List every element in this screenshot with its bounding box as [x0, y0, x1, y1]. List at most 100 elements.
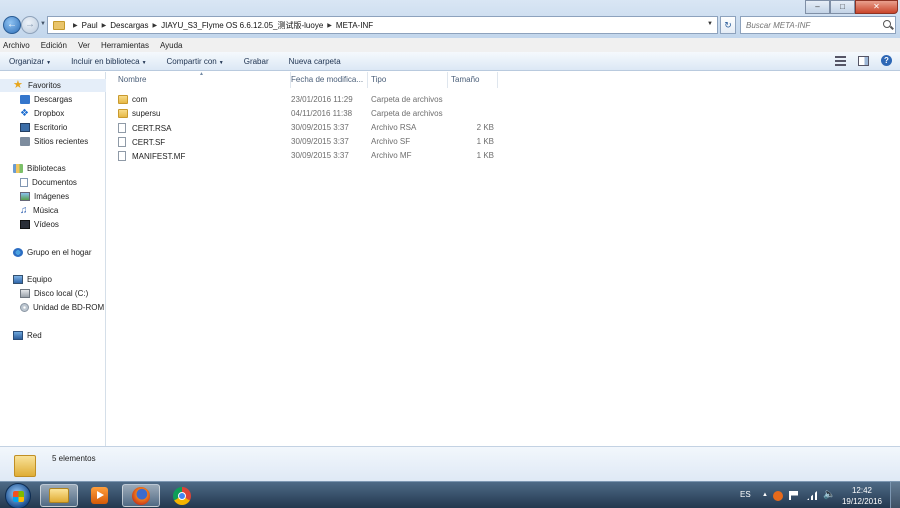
taskbar: ES ▲ 🔈 12:42 19/12/2016	[0, 481, 900, 508]
file-row[interactable]: supersu 04/11/2016 11:38 Carpeta de arch…	[107, 107, 900, 121]
start-button[interactable]	[5, 483, 31, 508]
forward-arrow-icon[interactable]: →	[21, 16, 39, 34]
nav-grupo-hogar[interactable]: Grupo en el hogar	[0, 246, 92, 259]
file-date: 23/01/2016 11:29	[291, 95, 353, 104]
nav-descargas[interactable]: Descargas	[0, 93, 72, 106]
nueva-carpeta-button[interactable]: Nueva carpeta	[289, 57, 341, 66]
firefox-icon	[132, 486, 150, 505]
chrome-icon	[173, 486, 191, 505]
grabar-button[interactable]: Grabar	[244, 57, 269, 66]
nav-videos[interactable]: Vídeos	[0, 218, 59, 231]
taskbar-explorer-button[interactable]	[40, 484, 78, 507]
taskbar-firefox-button[interactable]	[122, 484, 160, 507]
address-bar[interactable]: ▶ Paul ▶ Descargas ▶ JIAYU_S3_Flyme OS 6…	[47, 16, 718, 34]
preview-pane-icon[interactable]	[858, 55, 869, 66]
organizar-button[interactable]: Organizar ▼	[9, 57, 51, 66]
nav-escritorio[interactable]: Escritorio	[0, 121, 67, 134]
language-indicator[interactable]: ES	[740, 490, 751, 499]
view-controls: ?	[835, 55, 892, 66]
network-signal-icon[interactable]	[807, 491, 817, 500]
file-size: 1 KB	[476, 151, 494, 160]
address-history-chevron-icon[interactable]: ▼	[707, 21, 713, 27]
breadcrumb-meta-inf[interactable]: META-INF	[336, 21, 373, 30]
breadcrumb-paul[interactable]: Paul	[82, 21, 98, 30]
search-input[interactable]	[741, 17, 871, 33]
nav-label: Documentos	[32, 178, 77, 187]
back-arrow-icon[interactable]: ←	[3, 16, 21, 34]
file-name-cell: CERT.RSA	[118, 123, 171, 133]
file-icon	[118, 137, 126, 147]
nav-documentos[interactable]: Documentos	[0, 176, 77, 189]
column-header-name[interactable]: Nombre	[115, 72, 291, 88]
file-date: 04/11/2016 11:38	[291, 109, 353, 118]
file-name: CERT.RSA	[132, 123, 172, 133]
file-row[interactable]: CERT.RSA 30/09/2015 3:37 Archivo RSA 2 K…	[107, 121, 900, 135]
show-hidden-icons-icon[interactable]: ▲	[762, 492, 768, 498]
nav-equipo[interactable]: Equipo	[0, 273, 52, 286]
taskbar-media-player-button[interactable]	[80, 484, 118, 507]
menu-herramientas[interactable]: Herramientas	[101, 41, 149, 50]
nav-favoritos[interactable]: ★ Favoritos	[0, 79, 106, 92]
menu-ver[interactable]: Ver	[78, 41, 90, 50]
nav-dropbox[interactable]: ❖ Dropbox	[0, 107, 64, 120]
file-name-cell: supersu	[118, 109, 160, 118]
nav-unidad-bd-rom[interactable]: Unidad de BD-ROM	[0, 301, 104, 314]
nav-bibliotecas[interactable]: Bibliotecas	[0, 162, 66, 175]
menu-bar: Archivo Edición Ver Herramientas Ayuda	[0, 38, 900, 52]
file-name: CERT.SF	[132, 137, 166, 147]
recent-pages-chevron-icon[interactable]: ▼	[40, 21, 46, 27]
homegroup-icon	[13, 248, 23, 257]
nav-label: Vídeos	[34, 220, 59, 229]
window-caption-buttons: – □ ✕	[805, 0, 898, 14]
refresh-icon[interactable]: ↻	[720, 16, 736, 34]
file-size: 1 KB	[476, 137, 494, 146]
chevron-right-icon[interactable]: ▶	[73, 22, 78, 29]
breadcrumb-descargas[interactable]: Descargas	[110, 21, 148, 30]
close-icon[interactable]: ✕	[855, 0, 898, 14]
music-icon: ♫	[20, 205, 28, 216]
file-row[interactable]: com 23/01/2016 11:29 Carpeta de archivos	[107, 93, 900, 107]
chevron-right-icon[interactable]: ▶	[153, 22, 158, 29]
column-header-size[interactable]: Tamaño	[448, 72, 498, 88]
file-row[interactable]: CERT.SF 30/09/2015 3:37 Archivo SF 1 KB	[107, 135, 900, 149]
menu-archivo[interactable]: Archivo	[3, 41, 30, 50]
file-type: Archivo SF	[371, 137, 411, 146]
search-icon[interactable]	[883, 20, 891, 28]
recent-places-icon	[20, 137, 30, 146]
chevron-right-icon[interactable]: ▶	[327, 22, 332, 29]
documents-icon	[20, 178, 28, 187]
nav-imagenes[interactable]: Imágenes	[0, 190, 69, 203]
help-icon[interactable]: ?	[881, 55, 892, 66]
chevron-right-icon[interactable]: ▶	[102, 22, 107, 29]
incluir-label: Incluir en biblioteca	[71, 56, 140, 66]
volume-icon[interactable]: 🔈	[823, 489, 835, 500]
nav-musica[interactable]: ♫ Música	[0, 204, 58, 217]
file-row[interactable]: MANIFEST.MF 30/09/2015 3:37 Archivo MF 1…	[107, 149, 900, 163]
nav-label: Disco local (C:)	[34, 289, 89, 298]
file-name-cell: CERT.SF	[118, 137, 165, 147]
show-desktop-button[interactable]	[890, 482, 900, 508]
nav-sitios-recientes[interactable]: Sitios recientes	[0, 135, 88, 148]
menu-edicion[interactable]: Edición	[41, 41, 67, 50]
minimize-icon[interactable]: –	[805, 0, 830, 14]
column-header-date[interactable]: Fecha de modifica...	[288, 72, 368, 88]
menu-ayuda[interactable]: Ayuda	[160, 41, 183, 50]
action-center-flag-icon[interactable]	[789, 491, 798, 500]
file-list: ▲ Nombre Fecha de modifica... Tipo Tamañ…	[107, 71, 900, 446]
command-bar: Organizar ▼ Incluir en biblioteca ▼ Compar…	[0, 52, 900, 71]
disc-drive-icon	[20, 303, 29, 312]
maximize-icon[interactable]: □	[830, 0, 855, 14]
media-player-icon	[90, 487, 108, 504]
folder-icon	[118, 109, 128, 118]
breadcrumb-jiayu-folder[interactable]: JIAYU_S3_Flyme OS 6.6.12.05_测试版-luoye	[161, 20, 323, 31]
nav-red[interactable]: Red	[0, 329, 42, 342]
column-header-type[interactable]: Tipo	[368, 72, 448, 88]
nav-disco-local[interactable]: Disco local (C:)	[0, 287, 88, 300]
clock[interactable]: 12:42 19/12/2016	[837, 485, 887, 507]
search-box[interactable]	[740, 16, 896, 34]
change-view-icon[interactable]	[835, 55, 846, 66]
antivirus-icon[interactable]	[773, 491, 783, 501]
compartir-con-button[interactable]: Compartir con ▼	[167, 57, 224, 66]
taskbar-chrome-button[interactable]	[163, 484, 201, 507]
incluir-biblioteca-button[interactable]: Incluir en biblioteca ▼	[71, 57, 146, 66]
